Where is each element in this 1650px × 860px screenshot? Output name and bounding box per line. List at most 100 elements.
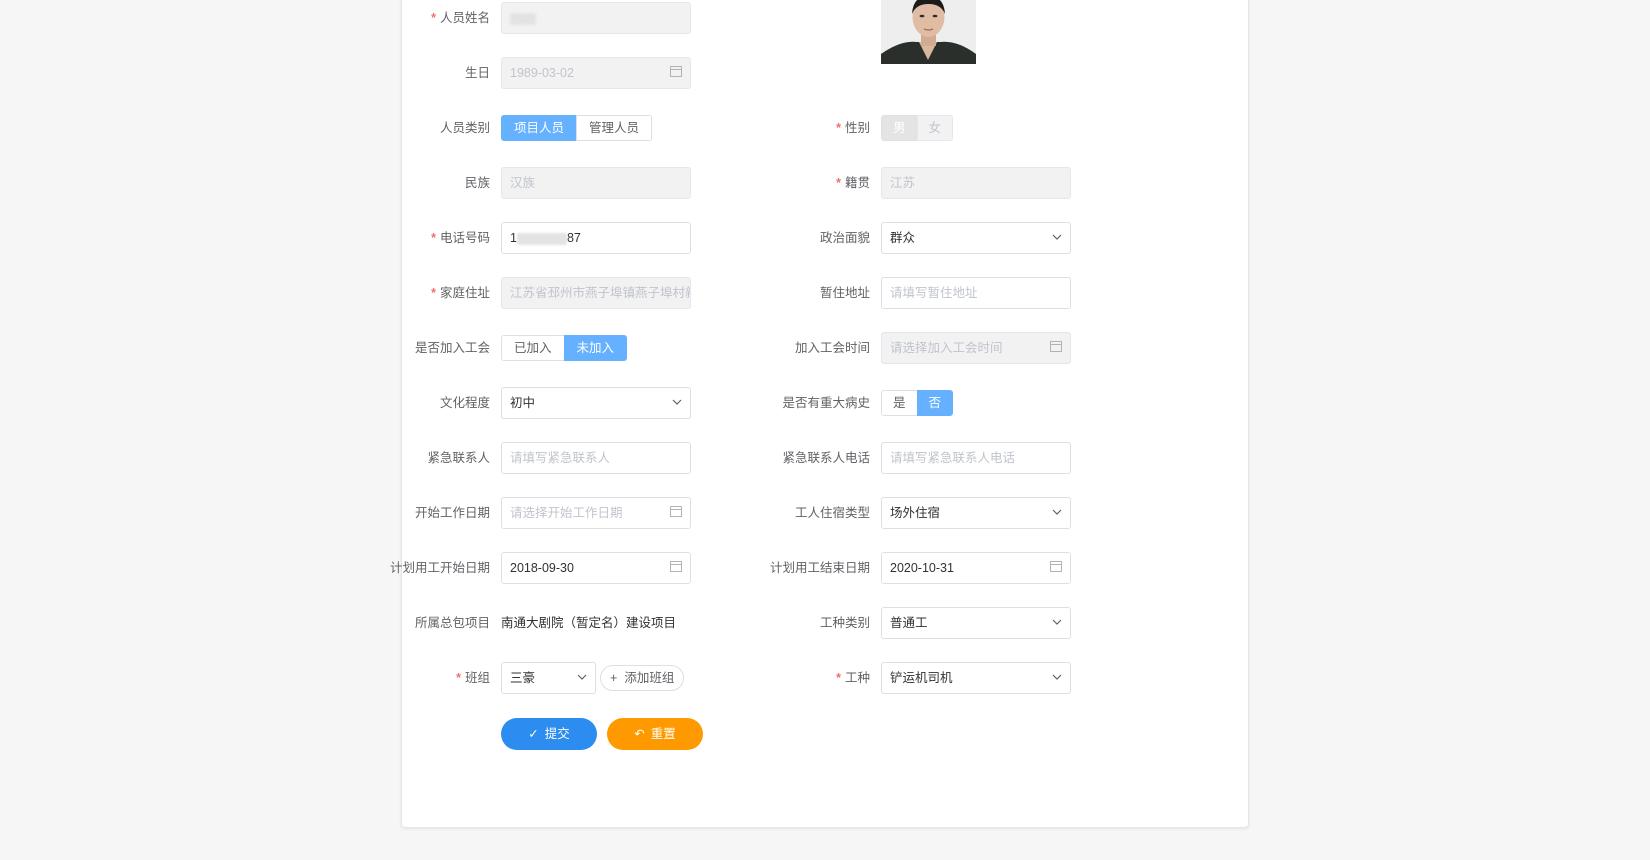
reset-button[interactable]: ↶ 重置	[607, 718, 703, 750]
row-start-work: 开始工作日期 请选择开始工作日期	[370, 497, 700, 529]
add-team-label: 添加班组	[624, 671, 675, 685]
dorm-type-select[interactable]: 场外住宿	[881, 497, 1071, 529]
ethnicity-value: 汉族	[510, 176, 536, 190]
row-native-place: * 籍贯 江苏	[750, 167, 1080, 199]
emergency-contact-label: 紧急联系人	[427, 451, 490, 465]
gender-option-male[interactable]: 男	[881, 115, 918, 141]
political-value: 群众	[890, 231, 916, 245]
row-team: * 班组 三豪 + 添加班组	[370, 662, 700, 694]
dorm-type-label: 工人住宿类型	[794, 506, 870, 520]
trade-category-select[interactable]: 普通工	[881, 607, 1071, 639]
calendar-icon	[670, 58, 682, 88]
gender-label: * 性别	[836, 121, 870, 135]
birthday-input[interactable]: 1989-03-02	[501, 57, 691, 89]
temp-address-placeholder: 请填写暂住地址	[890, 286, 978, 300]
row-temp-address: 暂住地址 请填写暂住地址	[750, 277, 1080, 309]
category-option-project[interactable]: 项目人员	[501, 115, 578, 141]
gender-option-female[interactable]: 女	[916, 115, 954, 141]
team-value: 三豪	[510, 671, 536, 685]
emergency-phone-label: 紧急联系人电话	[782, 451, 870, 465]
union-option-joined[interactable]: 已加入	[501, 335, 565, 361]
submit-label: 提交	[544, 727, 570, 741]
home-address-input[interactable]: 江苏省邳州市燕子埠镇燕子埠村新(	[501, 277, 691, 309]
add-team-button[interactable]: + 添加班组	[600, 665, 685, 691]
plan-start-date-input[interactable]: 2018-09-30	[501, 552, 691, 584]
row-medical: 是否有重大病史 是 否	[750, 387, 1080, 419]
ethnicity-label: 民族	[464, 176, 490, 190]
phone-label: * 电话号码	[431, 231, 490, 245]
phone-blurred	[516, 232, 567, 245]
team-select[interactable]: 三豪	[501, 662, 596, 694]
reset-label: 重置	[650, 727, 676, 741]
calendar-icon	[670, 498, 682, 528]
general-project-label: 所属总包项目	[414, 616, 490, 630]
undo-icon: ↶	[634, 727, 645, 741]
name-blurred	[510, 12, 536, 25]
start-work-label: 开始工作日期	[414, 506, 490, 520]
trade-label: * 工种	[836, 671, 870, 685]
name-input[interactable]	[501, 2, 691, 34]
emergency-phone-placeholder: 请填写紧急联系人电话	[890, 451, 1016, 465]
plan-end-label: 计划用工结束日期	[769, 561, 870, 575]
native-place-label: * 籍贯	[836, 176, 870, 190]
temp-address-label: 暂住地址	[819, 286, 870, 300]
native-place-value: 江苏	[890, 176, 916, 190]
union-label: 是否加入工会	[414, 341, 490, 355]
birthday-value: 1989-03-02	[510, 66, 574, 80]
education-select[interactable]: 初中	[501, 387, 691, 419]
chevron-down-icon	[672, 388, 682, 418]
row-plan-end: 计划用工结束日期 2020-10-31	[750, 552, 1080, 584]
general-project-value: 南通大剧院（暂定名）建设项目	[501, 616, 677, 630]
row-trade: * 工种 铲运机司机	[750, 662, 1080, 694]
name-label: * 人员姓名	[431, 11, 490, 25]
union-radio-group: 已加入 未加入	[501, 335, 628, 361]
education-label: 文化程度	[439, 396, 490, 410]
team-label: * 班组	[456, 671, 490, 685]
union-date-input[interactable]: 请选择加入工会时间	[881, 332, 1071, 364]
row-general-project: 所属总包项目 南通大剧院（暂定名）建设项目	[370, 607, 700, 639]
calendar-icon	[1050, 553, 1062, 583]
chevron-down-icon	[577, 663, 587, 693]
education-value: 初中	[510, 396, 536, 410]
plan-end-date-input[interactable]: 2020-10-31	[881, 552, 1071, 584]
row-name: * 人员姓名	[370, 2, 700, 34]
temp-address-input[interactable]: 请填写暂住地址	[881, 277, 1071, 309]
trade-select[interactable]: 铲运机司机	[881, 662, 1071, 694]
phone-suffix: 87	[566, 231, 581, 245]
ethnicity-input[interactable]: 汉族	[501, 167, 691, 199]
start-work-placeholder: 请选择开始工作日期	[510, 506, 623, 520]
submit-button[interactable]: ✓ 提交	[501, 718, 597, 750]
row-education: 文化程度 初中	[370, 387, 700, 419]
row-union: 是否加入工会 已加入 未加入	[370, 332, 700, 364]
row-category: 人员类别 项目人员 管理人员	[370, 112, 700, 144]
union-date-placeholder: 请选择加入工会时间	[890, 341, 1003, 355]
row-emergency-contact: 紧急联系人 请填写紧急联系人	[370, 442, 700, 474]
row-trade-category: 工种类别 普通工	[750, 607, 1080, 639]
trade-category-label: 工种类别	[819, 616, 870, 630]
medical-option-yes[interactable]: 是	[881, 390, 918, 416]
medical-option-no[interactable]: 否	[916, 390, 954, 416]
row-plan-start: 计划用工开始日期 2018-09-30	[370, 552, 700, 584]
calendar-icon	[1050, 333, 1062, 363]
union-option-not-joined[interactable]: 未加入	[563, 335, 628, 361]
category-option-management[interactable]: 管理人员	[576, 115, 653, 141]
chevron-down-icon	[1052, 223, 1062, 253]
chevron-down-icon	[1052, 498, 1062, 528]
political-label: 政治面貌	[819, 231, 870, 245]
person-photo	[881, 0, 976, 64]
birthday-label: 生日	[464, 66, 490, 80]
phone-input[interactable]: 1 87	[501, 222, 691, 254]
plus-icon: +	[610, 671, 618, 685]
check-icon: ✓	[528, 727, 539, 741]
plan-start-label: 计划用工开始日期	[389, 561, 490, 575]
home-address-label: * 家庭住址	[431, 286, 490, 300]
start-work-date-input[interactable]: 请选择开始工作日期	[501, 497, 691, 529]
native-place-input[interactable]: 江苏	[881, 167, 1071, 199]
row-emergency-phone: 紧急联系人电话 请填写紧急联系人电话	[750, 442, 1080, 474]
medical-label: 是否有重大病史	[782, 396, 870, 410]
emergency-phone-input[interactable]: 请填写紧急联系人电话	[881, 442, 1071, 474]
medical-radio-group: 是 否	[881, 390, 954, 416]
row-phone: * 电话号码 1 87	[370, 222, 700, 254]
political-select[interactable]: 群众	[881, 222, 1071, 254]
emergency-contact-input[interactable]: 请填写紧急联系人	[501, 442, 691, 474]
